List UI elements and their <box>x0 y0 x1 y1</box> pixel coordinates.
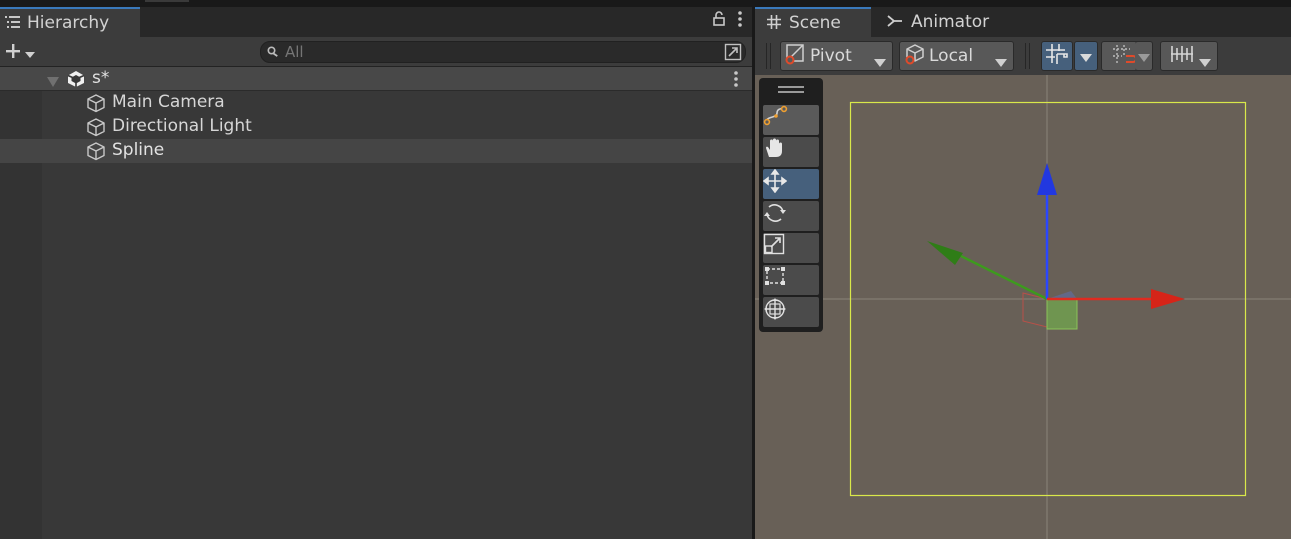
chevron-down-icon <box>1137 47 1150 66</box>
scene-gizmo-canvas[interactable] <box>755 75 1291 539</box>
increment-snap-menu[interactable] <box>1135 41 1153 71</box>
top-strip <box>755 0 1291 7</box>
search-options-icon[interactable] <box>722 42 744 62</box>
grid-snap-icon <box>1045 43 1069 69</box>
gameobject-cube-icon <box>86 117 106 141</box>
scene-row[interactable]: s* <box>0 67 752 91</box>
scene-more-icon[interactable] <box>734 71 738 91</box>
more-options-icon[interactable] <box>738 11 742 31</box>
grid-snapping-toggle[interactable] <box>1041 41 1073 71</box>
z-axis-line <box>954 251 1048 301</box>
rotate-tool[interactable] <box>763 201 819 231</box>
search-field[interactable] <box>260 41 746 63</box>
ruler-grid-icon <box>1170 44 1194 68</box>
tab-hierarchy-label: Hierarchy <box>27 13 110 33</box>
tab-hierarchy[interactable]: Hierarchy <box>0 7 140 37</box>
y-arrow-head <box>1037 163 1057 195</box>
xz-plane-handle <box>1046 298 1078 330</box>
scene-panel: Scene Animator Pivot Local <box>755 0 1291 539</box>
scale-tool[interactable] <box>763 233 819 263</box>
chevron-down-icon <box>995 52 1007 71</box>
tab-actions <box>712 11 742 31</box>
scene-viewport[interactable] <box>755 75 1291 539</box>
scene-tab-bar: Scene Animator <box>755 7 1291 37</box>
local-cube-icon <box>904 43 926 69</box>
gameobject-cube-icon <box>86 93 106 117</box>
hierarchy-panel: Hierarchy All s* Main Camera Directional… <box>0 0 752 539</box>
toolbar-grip[interactable] <box>766 43 771 69</box>
tab-scene-label: Scene <box>789 13 841 33</box>
tab-animator[interactable]: Animator <box>875 7 1005 37</box>
x-arrow-head <box>1151 289 1185 309</box>
chevron-down-icon <box>1080 47 1092 66</box>
tab-animator-label: Animator <box>911 12 990 32</box>
chevron-down-icon <box>25 44 35 63</box>
grid-hash-icon <box>767 14 781 33</box>
hierarchy-item-selected[interactable]: Spline <box>0 139 752 163</box>
spline-draw-tool[interactable] <box>763 105 819 135</box>
hierarchy-item-label: Directional Light <box>112 116 252 136</box>
hierarchy-item[interactable]: Directional Light <box>0 115 752 139</box>
chevron-down-icon <box>874 52 886 71</box>
toolbar-grip[interactable] <box>1025 43 1030 69</box>
list-icon <box>5 14 21 33</box>
hierarchy-item-label: Main Camera <box>112 92 225 112</box>
hand-tool[interactable] <box>763 137 819 167</box>
pivot-dropdown[interactable]: Pivot <box>780 41 893 71</box>
grid-snapping-menu[interactable] <box>1074 41 1098 71</box>
scene-toolbar: Pivot Local <box>755 37 1291 75</box>
z-arrow-head <box>927 241 963 265</box>
gameobject-cube-icon <box>86 141 106 165</box>
plus-icon <box>4 42 22 64</box>
lock-icon[interactable] <box>712 11 726 31</box>
pivot-label: Pivot <box>810 46 852 66</box>
unity-scene-icon <box>66 70 86 92</box>
expand-arrow-icon[interactable] <box>47 73 59 92</box>
scene-name: s* <box>92 68 110 88</box>
move-tool[interactable] <box>763 169 819 199</box>
chevron-down-icon <box>1199 52 1211 71</box>
transform-tool[interactable] <box>763 297 819 327</box>
hierarchy-item[interactable]: Main Camera <box>0 91 752 115</box>
animator-icon <box>887 13 903 32</box>
pivot-icon <box>785 43 807 69</box>
hierarchy-tab-bar: Hierarchy <box>0 7 752 37</box>
hierarchy-toolbar <box>0 37 752 67</box>
search-icon <box>267 43 279 62</box>
add-object-button[interactable] <box>4 42 35 64</box>
overlay-drag-handle[interactable] <box>778 86 804 93</box>
tab-scene[interactable]: Scene <box>755 7 871 37</box>
search-input[interactable] <box>285 43 715 61</box>
local-label: Local <box>929 46 974 66</box>
top-strip <box>0 0 752 7</box>
hierarchy-item-label: Spline <box>112 140 165 160</box>
rect-tool[interactable] <box>763 265 819 295</box>
tools-overlay <box>759 78 823 332</box>
drag-nub[interactable] <box>145 0 189 2</box>
local-dropdown[interactable]: Local <box>899 41 1014 71</box>
grid-visibility-button[interactable] <box>1160 41 1218 71</box>
